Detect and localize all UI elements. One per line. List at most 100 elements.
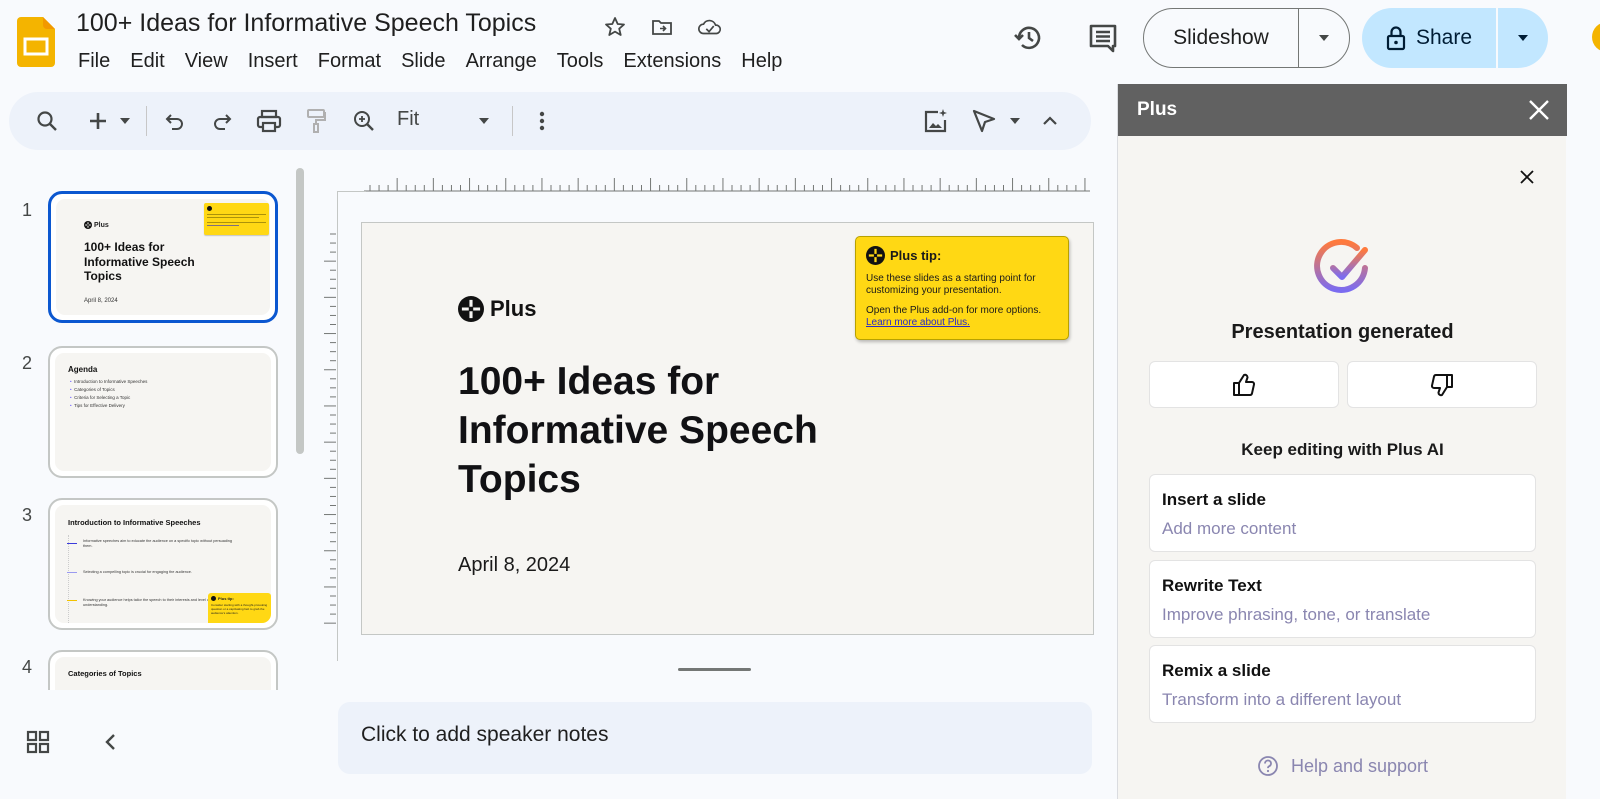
action-title: Remix a slide bbox=[1162, 661, 1271, 680]
timeline-marker bbox=[67, 572, 77, 573]
rewrite-text-action[interactable]: Rewrite Text Improve phrasing, tone, or … bbox=[1149, 560, 1536, 638]
thumbs-down-icon bbox=[1430, 373, 1453, 396]
menu-slide[interactable]: Slide bbox=[391, 48, 455, 75]
slideshow-options-dropdown[interactable] bbox=[1299, 34, 1349, 42]
thumbnail-date: April 8, 2024 bbox=[84, 298, 118, 304]
thumbs-up-button[interactable] bbox=[1149, 361, 1339, 408]
tip-text: Consider starting with a thought-provoki… bbox=[211, 603, 268, 615]
slide-date[interactable]: April 8, 2024 bbox=[458, 554, 570, 577]
plus-logo-icon bbox=[458, 296, 484, 322]
collapse-toolbar-icon[interactable] bbox=[1033, 104, 1067, 138]
slideshow-button-group: Slideshow bbox=[1143, 8, 1350, 68]
zoom-select[interactable]: Fit bbox=[397, 108, 419, 131]
caret-down-icon bbox=[1010, 118, 1020, 124]
new-slide-icon[interactable] bbox=[81, 104, 115, 138]
menu-format[interactable]: Format bbox=[308, 48, 391, 75]
slide-number: 2 bbox=[21, 353, 32, 373]
more-options-icon[interactable] bbox=[525, 104, 559, 138]
caret-down-icon bbox=[479, 118, 489, 124]
slide-title[interactable]: 100+ Ideas for Informative Speech Topics bbox=[458, 357, 878, 504]
close-icon[interactable] bbox=[1516, 166, 1538, 188]
share-button[interactable]: Share bbox=[1362, 25, 1496, 51]
thumbnail-brand: Plus bbox=[84, 221, 109, 229]
slideshow-button[interactable]: Slideshow bbox=[1144, 26, 1298, 50]
menu-bar: File Edit View Insert Format Slide Arran… bbox=[68, 48, 792, 75]
menu-file[interactable]: File bbox=[68, 48, 120, 75]
slide-thumbnail-1[interactable]: Plus 100+ Ideas for Informative Speech T… bbox=[48, 191, 278, 323]
print-icon[interactable] bbox=[252, 104, 286, 138]
plus-logo-icon bbox=[207, 206, 212, 211]
bullet-item: • Categories of Topics bbox=[70, 387, 115, 392]
thumbs-down-button[interactable] bbox=[1347, 361, 1537, 408]
text-line bbox=[207, 222, 266, 223]
search-icon[interactable] bbox=[30, 104, 64, 138]
close-panel-icon[interactable] bbox=[1526, 97, 1552, 123]
filmstrip-scrollbar[interactable] bbox=[296, 168, 304, 454]
google-slides-logo[interactable] bbox=[17, 17, 55, 67]
star-icon[interactable] bbox=[602, 14, 628, 40]
success-check-icon bbox=[1314, 239, 1368, 293]
undo-icon[interactable] bbox=[158, 104, 192, 138]
comments-icon[interactable] bbox=[1085, 20, 1121, 56]
insert-image-ai-icon[interactable] bbox=[919, 104, 953, 138]
select-mode-dropdown[interactable] bbox=[1004, 104, 1026, 138]
bullet-item: • Introduction to Informative Speeches bbox=[70, 379, 148, 384]
share-label: Share bbox=[1415, 26, 1473, 49]
collapse-filmstrip-icon[interactable] bbox=[100, 730, 122, 754]
thumbnail-tip-box bbox=[204, 203, 269, 235]
slide-thumbnail-3[interactable]: Introduction to Informative Speeches Inf… bbox=[48, 498, 278, 630]
new-slide-layout-dropdown[interactable] bbox=[114, 104, 136, 138]
section-heading: Keep editing with Plus AI bbox=[1241, 440, 1444, 459]
thumbnail-canvas: Categories of Topics bbox=[55, 657, 271, 690]
slide-number: 3 bbox=[21, 505, 32, 525]
remix-slide-action[interactable]: Remix a slide Transform into a different… bbox=[1149, 645, 1536, 723]
menu-edit[interactable]: Edit bbox=[120, 48, 174, 75]
help-and-support-link[interactable]: Help and support bbox=[1118, 755, 1567, 777]
horizontal-ruler[interactable] bbox=[364, 175, 1090, 192]
zoom-dropdown[interactable] bbox=[470, 104, 498, 138]
notes-resize-handle[interactable] bbox=[678, 668, 751, 671]
zoom-icon[interactable] bbox=[347, 104, 381, 138]
document-title[interactable]: 100+ Ideas for Informative Speech Topics bbox=[76, 9, 536, 38]
menu-help[interactable]: Help bbox=[731, 48, 792, 75]
plus-tip-box[interactable]: Plus tip: Use these slides as a starting… bbox=[855, 236, 1069, 340]
menu-view[interactable]: View bbox=[175, 48, 238, 75]
timeline-marker bbox=[67, 600, 77, 601]
menu-tools[interactable]: Tools bbox=[547, 48, 614, 75]
speaker-notes-field[interactable]: Click to add speaker notes bbox=[338, 702, 1092, 774]
slide-thumbnail-2[interactable]: Agenda • Introduction to Informative Spe… bbox=[48, 346, 278, 478]
cloud-saved-icon[interactable] bbox=[697, 14, 723, 40]
vertical-ruler[interactable] bbox=[322, 230, 338, 630]
thumbnail-title: Categories of Topics bbox=[68, 669, 142, 678]
timeline-line bbox=[68, 535, 69, 623]
menu-arrange[interactable]: Arrange bbox=[456, 48, 547, 75]
thumbnail-canvas: Introduction to Informative Speeches Inf… bbox=[55, 505, 271, 623]
paint-format-icon[interactable] bbox=[299, 104, 333, 138]
menu-insert[interactable]: Insert bbox=[238, 48, 308, 75]
redo-icon[interactable] bbox=[205, 104, 239, 138]
select-cursor-icon[interactable] bbox=[967, 104, 1001, 138]
slide-thumbnail-4[interactable]: Categories of Topics bbox=[48, 650, 278, 690]
account-avatar[interactable] bbox=[1592, 22, 1600, 52]
plus-brand-logo[interactable]: Plus bbox=[458, 296, 536, 322]
text-line bbox=[207, 214, 266, 215]
share-options-dropdown[interactable] bbox=[1498, 34, 1548, 42]
version-history-icon[interactable] bbox=[1011, 20, 1047, 56]
plus-addon-panel: Plus Presentation generated Keep editing… bbox=[1117, 84, 1567, 799]
slide-canvas[interactable]: Plus 100+ Ideas for Informative Speech T… bbox=[361, 222, 1094, 635]
thumbnail-canvas: Plus 100+ Ideas for Informative Speech T… bbox=[56, 199, 270, 315]
tip-heading: Plus tip: bbox=[211, 596, 268, 601]
caret-down-icon bbox=[1319, 35, 1329, 41]
learn-more-link[interactable]: Learn more about Plus. bbox=[866, 317, 1058, 329]
insert-slide-action[interactable]: Insert a slide Add more content bbox=[1149, 474, 1536, 552]
panel-title: Plus bbox=[1137, 99, 1178, 120]
help-circle-icon bbox=[1258, 756, 1278, 776]
move-to-folder-icon[interactable] bbox=[649, 14, 675, 40]
grid-view-icon[interactable] bbox=[26, 730, 50, 754]
tip-heading: Plus tip: bbox=[866, 246, 1058, 265]
ruler-frame bbox=[337, 191, 338, 661]
tip-text: Use these slides as a starting point for… bbox=[866, 273, 1036, 296]
slide-number: 1 bbox=[21, 200, 32, 220]
thumbnail-tip-box: Plus tip: Consider starting with a thoug… bbox=[208, 593, 271, 623]
menu-extensions[interactable]: Extensions bbox=[613, 48, 731, 75]
